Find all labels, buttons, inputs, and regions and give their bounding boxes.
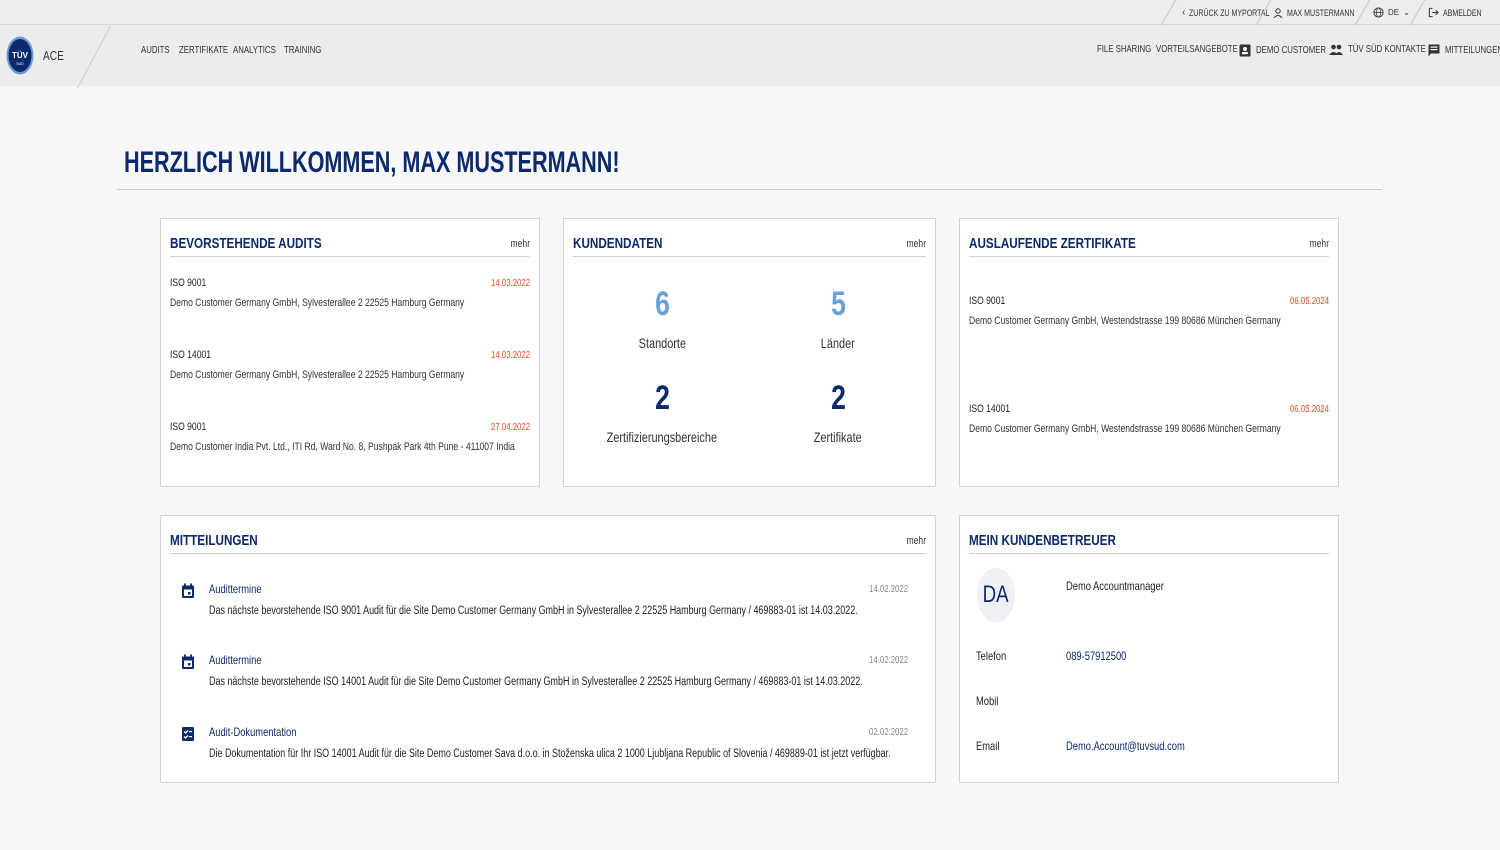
calendar-icon xyxy=(182,583,194,598)
stat-scopes-value[interactable]: 2 xyxy=(562,379,762,418)
card-title: MEIN KUNDENBETREUER xyxy=(969,532,1116,549)
audit-date: 14.03.2022 xyxy=(490,350,530,361)
card-header: AUSLAUFENDE ZERTIFIKATE mehr xyxy=(969,233,1329,257)
nav-item-mitteilungen[interactable]: MITTEILUNGEN xyxy=(1428,44,1500,57)
phone-label: Telefon xyxy=(976,649,1007,663)
card-header: KUNDENDATEN mehr xyxy=(573,233,926,257)
user-name-label: MAX MUSTERMANN xyxy=(1287,7,1355,18)
calendar-icon xyxy=(182,654,194,669)
audit-address: Demo Customer India Pvt. Ltd., ITI Rd, W… xyxy=(170,441,515,453)
certificate-expiry-date: 06.05.2024 xyxy=(1289,296,1329,307)
chevron-left-icon: ‹ xyxy=(1182,7,1186,18)
topbar-divider xyxy=(1409,0,1426,25)
logout-label: ABMELDEN xyxy=(1443,7,1482,18)
language-label: DE xyxy=(1388,8,1400,17)
message-text: Das nächste bevorstehende ISO 9001 Audit… xyxy=(209,605,858,617)
stat-countries-label: Länder xyxy=(820,335,856,351)
message-title[interactable]: Audittermine xyxy=(209,653,276,667)
user-menu[interactable]: MAX MUSTERMANN xyxy=(1273,0,1374,25)
card-header: MITTEILUNGEN mehr xyxy=(170,530,926,554)
message-title[interactable]: Audittermine xyxy=(209,582,276,596)
certificate-address: Demo Customer Germany GmbH, Westendstras… xyxy=(969,315,1281,327)
audit-date: 27.04.2022 xyxy=(490,422,530,433)
nav-item-analytics[interactable]: ANALYTICS xyxy=(233,45,288,56)
chevron-down-icon: ⌄ xyxy=(1403,8,1410,17)
audit-standard[interactable]: ISO 9001 xyxy=(170,421,216,433)
account-manager-card: MEIN KUNDENBETREUER DA Demo Accountmanag… xyxy=(959,515,1339,783)
topbar-divider xyxy=(1160,0,1177,25)
logout-icon xyxy=(1428,7,1439,18)
upcoming-audits-card: BEVORSTEHENDE AUDITS mehr ISO 9001 14.03… xyxy=(160,218,540,487)
audit-address: Demo Customer Germany GmbH, Sylvesterall… xyxy=(170,297,465,309)
back-link-label: ZURÜCK ZU MYPORTAL xyxy=(1189,7,1270,18)
messages-card: MITTEILUNGEN mehr Audittermine 14.02.202… xyxy=(160,515,936,783)
more-link[interactable]: mehr xyxy=(505,238,530,250)
customer-data-card: KUNDENDATEN mehr 6 Standorte 5 Länder 2 … xyxy=(563,218,936,487)
contact-card-icon xyxy=(1239,44,1251,57)
certificate-standard[interactable]: ISO 14001 xyxy=(969,403,1022,415)
stat-countries-value[interactable]: 5 xyxy=(738,285,938,324)
audit-date: 14.03.2022 xyxy=(490,278,530,289)
message-date: 14.02.2022 xyxy=(868,584,908,595)
card-title: MITTEILUNGEN xyxy=(170,532,258,549)
nav-item-audits[interactable]: AUDITS xyxy=(141,45,178,56)
account-manager-name: Demo Accountmanager xyxy=(1066,579,1164,593)
audit-address: Demo Customer Germany GmbH, Sylvesterall… xyxy=(170,369,465,381)
mobile-label: Mobil xyxy=(976,694,999,708)
checklist-icon xyxy=(182,727,194,741)
message-text: Das nächste bevorstehende ISO 14001 Audi… xyxy=(209,676,863,688)
card-header: BEVORSTEHENDE AUDITS mehr xyxy=(170,233,530,257)
more-link[interactable]: mehr xyxy=(1304,238,1329,250)
language-selector[interactable]: DE ⌄ xyxy=(1373,0,1410,25)
avatar: DA xyxy=(977,568,1015,622)
svg-text:TÜV: TÜV xyxy=(12,51,29,60)
card-header: MEIN KUNDENBETREUER xyxy=(969,530,1329,554)
message-title[interactable]: Audit-Dokumentation xyxy=(209,725,321,739)
phone-link[interactable]: 089-57912500 xyxy=(1066,649,1143,663)
email-link[interactable]: Demo.Account@tuvsud.com xyxy=(1066,739,1218,753)
message-date: 02.02.2022 xyxy=(868,727,908,738)
card-title: KUNDENDATEN xyxy=(573,235,663,252)
svg-text:SÜD: SÜD xyxy=(16,62,24,66)
certificate-standard[interactable]: ISO 9001 xyxy=(969,295,1015,307)
stat-scopes-label: Zertifizierungsbereiche xyxy=(606,429,718,445)
app-name: ACE xyxy=(43,48,64,63)
email-label: Email xyxy=(976,739,1000,753)
top-utility-bar: ‹ ZURÜCK ZU MYPORTAL MAX MUSTERMANN DE ⌄… xyxy=(0,0,1500,25)
title-divider xyxy=(117,189,1382,190)
stat-certificates-label: Zertifikate xyxy=(814,429,862,445)
message-date: 14.02.2022 xyxy=(868,655,908,666)
certificate-address: Demo Customer Germany GmbH, Westendstras… xyxy=(969,423,1281,435)
stat-sites-label: Standorte xyxy=(638,335,686,351)
message-icon xyxy=(1428,44,1440,57)
nav-item-training[interactable]: TRAINING xyxy=(284,45,332,56)
globe-icon xyxy=(1373,7,1384,18)
more-link[interactable]: mehr xyxy=(901,238,926,250)
message-text: Die Dokumentation für Ihr ISO 14001 Audi… xyxy=(209,748,891,760)
stat-sites-value[interactable]: 6 xyxy=(562,285,762,324)
people-icon xyxy=(1329,44,1343,55)
logout-link[interactable]: ABMELDEN xyxy=(1428,0,1493,25)
card-title: BEVORSTEHENDE AUDITS xyxy=(170,235,322,252)
stat-certificates-value[interactable]: 2 xyxy=(738,379,938,418)
certificate-expiry-date: 06.05.2024 xyxy=(1289,404,1329,415)
user-icon xyxy=(1273,7,1283,18)
more-link[interactable]: mehr xyxy=(901,535,926,547)
page-title: HERZLICH WILLKOMMEN, MAX MUSTERMANN! xyxy=(124,146,620,179)
tuv-sud-logo[interactable]: TÜV SÜD xyxy=(6,36,34,75)
expiring-certificates-card: AUSLAUFENDE ZERTIFIKATE mehr ISO 9001 06… xyxy=(959,218,1339,487)
audit-standard[interactable]: ISO 9001 xyxy=(170,277,216,289)
card-title: AUSLAUFENDE ZERTIFIKATE xyxy=(969,235,1136,252)
audit-standard[interactable]: ISO 14001 xyxy=(170,349,223,361)
